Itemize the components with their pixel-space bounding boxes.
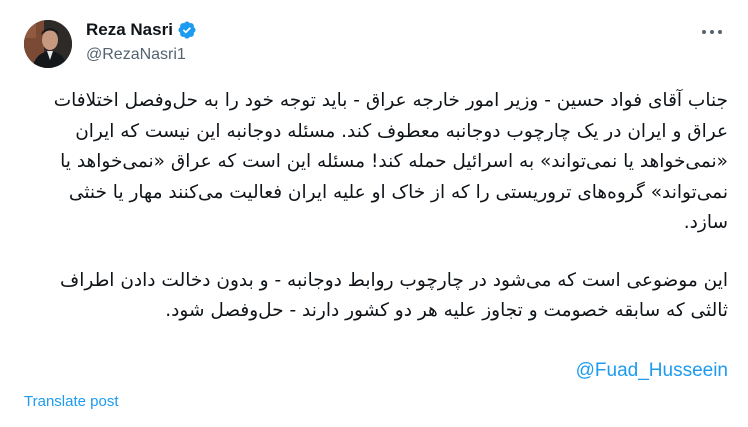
mention-link[interactable]: @Fuad_Husseein (576, 358, 728, 384)
verified-badge-icon (177, 20, 197, 40)
author-handle[interactable]: @RezaNasri1 (86, 44, 186, 66)
more-options-icon[interactable] (694, 20, 730, 44)
avatar[interactable] (24, 20, 72, 68)
tweet-paragraph-2: این موضوعی است که می‌شود در چارچوب روابط… (60, 269, 728, 322)
tweet-text: جناب آقای فواد حسین - وزیر امور خارجه عر… (20, 86, 728, 327)
display-name[interactable]: Reza Nasri (86, 18, 173, 42)
tweet-paragraph-1: جناب آقای فواد حسین - وزیر امور خارجه عر… (53, 90, 728, 233)
translate-post-link[interactable]: Translate post (24, 392, 119, 412)
